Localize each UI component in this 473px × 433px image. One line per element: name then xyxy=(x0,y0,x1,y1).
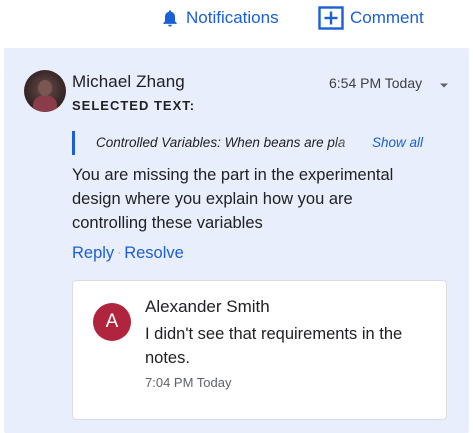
notifications-label: Notifications xyxy=(186,8,279,27)
comment-body-line: design where you explain how you are xyxy=(72,190,353,208)
comment-timestamp: 6:54 PM Today xyxy=(329,75,423,91)
reply-timestamp: 7:04 PM Today xyxy=(145,375,232,390)
reply-body-line: notes. xyxy=(145,349,190,367)
quote-text: Controlled Variables: When beans are pla xyxy=(96,135,346,150)
add-comment-icon xyxy=(318,6,344,30)
comment-label: Comment xyxy=(350,8,424,27)
chevron-down-icon[interactable] xyxy=(437,78,451,90)
reply-avatar: A xyxy=(93,303,131,341)
comment-body-line: You are missing the part in the experime… xyxy=(72,166,394,184)
comment-body: You are missing the part in the experime… xyxy=(72,163,452,235)
selected-text-label: SELECTED TEXT: xyxy=(72,98,196,113)
reply-card[interactable]: A Alexander Smith I didn't see that requ… xyxy=(72,280,447,420)
comment-button[interactable]: Comment xyxy=(318,5,424,31)
comment-actions: Reply · Resolve xyxy=(72,244,184,263)
reply-author: Alexander Smith xyxy=(145,297,270,316)
show-all-link[interactable]: Show all xyxy=(368,132,428,154)
comment-body-line: controlling these variables xyxy=(72,214,263,232)
comment-author: Michael Zhang xyxy=(72,72,185,91)
resolve-link[interactable]: Resolve xyxy=(124,244,184,262)
reply-link[interactable]: Reply xyxy=(72,244,114,262)
comments-view: Notifications Comment Michael Zhang SELE… xyxy=(0,0,473,433)
bell-icon xyxy=(162,9,178,28)
toolbar: Notifications Comment xyxy=(0,0,473,38)
reply-body: I didn't see that requirements in the no… xyxy=(145,322,435,370)
selected-text-quote: Controlled Variables: When beans are pla… xyxy=(72,131,435,155)
comment-thread[interactable]: Michael Zhang SELECTED TEXT: 6:54 PM Tod… xyxy=(4,48,469,433)
avatar xyxy=(24,70,66,112)
notifications-button[interactable]: Notifications xyxy=(162,5,279,31)
action-separator: · xyxy=(117,245,122,259)
reply-body-line: I didn't see that requirements in the xyxy=(145,325,403,343)
